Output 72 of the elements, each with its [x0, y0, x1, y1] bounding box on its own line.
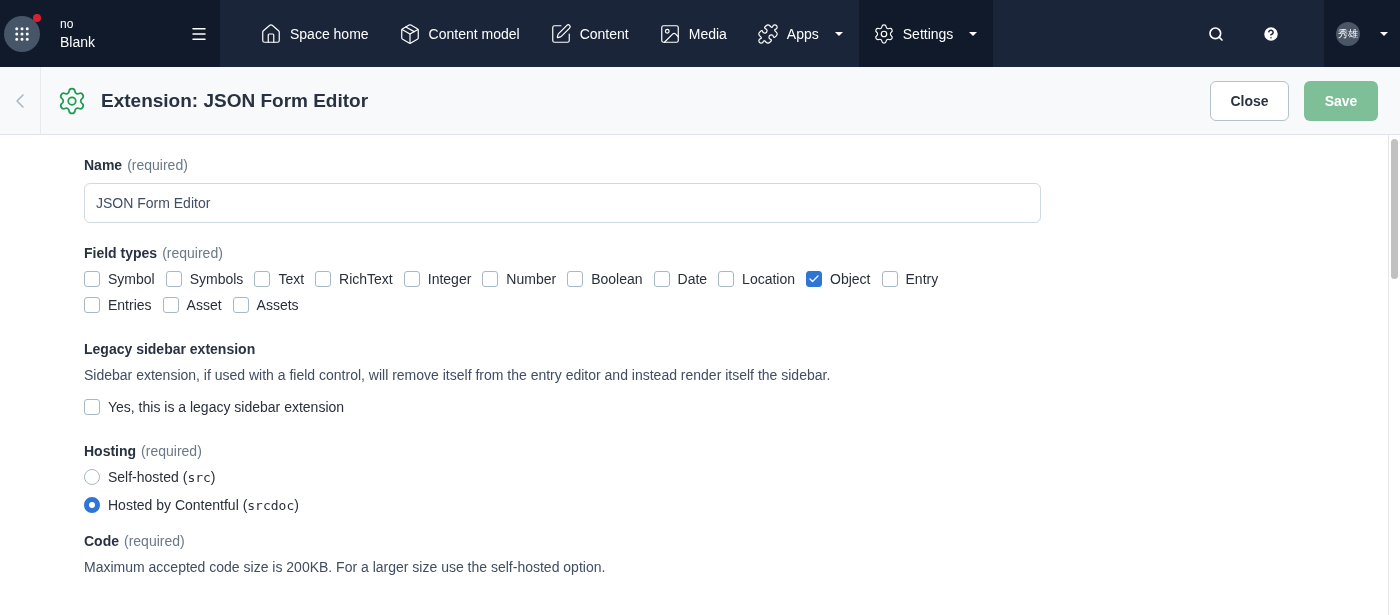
- checkbox-label: Integer: [427, 271, 472, 287]
- nav-tab[interactable]: Settings: [858, 0, 994, 67]
- required-hint: (required): [124, 533, 185, 549]
- checkbox[interactable]: [403, 271, 420, 287]
- apps-grid-button[interactable]: [4, 15, 40, 52]
- checkbox[interactable]: [84, 271, 100, 287]
- field-label: Name: [84, 157, 123, 173]
- field-label: Field types: [84, 245, 158, 261]
- image-icon: [658, 22, 681, 45]
- checkbox-label: Location: [742, 271, 796, 287]
- field-description: Maximum accepted code size is 200KB. For a larger size use the self-hosted option.: [84, 559, 607, 575]
- checkbox-label: RichText: [339, 271, 393, 287]
- caret-icon: [1380, 31, 1388, 36]
- checkbox-label: Entries: [108, 297, 152, 313]
- name-input[interactable]: JSON Form Editor: [84, 183, 1041, 223]
- field-label: Hosting: [84, 443, 137, 459]
- checkbox-label: Symbol: [108, 271, 155, 287]
- nav-tab[interactable]: Content: [535, 0, 645, 67]
- user-avatar: 秀雄: [1336, 21, 1360, 46]
- puzzle-icon: [756, 22, 779, 45]
- checkbox[interactable]: [567, 271, 584, 287]
- checkbox[interactable]: [254, 271, 271, 287]
- radio-label: Self-hosted (src): [108, 469, 216, 485]
- checkbox[interactable]: [718, 271, 735, 287]
- checkbox-label: Boolean: [591, 271, 643, 287]
- close-button[interactable]: Close: [1210, 80, 1289, 121]
- pen-icon: [549, 22, 572, 45]
- checkbox-label: Assets: [256, 297, 299, 313]
- checkbox-label: Date: [677, 271, 708, 287]
- check-icon: [808, 273, 821, 285]
- field-label: Code: [84, 533, 119, 549]
- checkbox[interactable]: [315, 271, 332, 287]
- checkbox[interactable]: [482, 271, 499, 287]
- page-title: Extension: JSON Form Editor: [101, 89, 370, 112]
- checkbox[interactable]: [232, 297, 249, 313]
- checkbox-label: Yes, this is a legacy sidebar extension: [108, 399, 345, 415]
- checkbox-label: Text: [278, 271, 305, 287]
- field-label: Legacy sidebar extension: [84, 341, 257, 357]
- package-icon: [398, 22, 421, 45]
- help-icon[interactable]: [1262, 24, 1280, 43]
- user-menu[interactable]: 秀雄: [1324, 0, 1400, 67]
- checkbox-label: Number: [506, 271, 557, 287]
- radio-button[interactable]: [84, 497, 100, 513]
- radio-button[interactable]: [84, 469, 100, 485]
- grid-icon: [13, 24, 31, 43]
- checkbox[interactable]: [84, 399, 100, 415]
- checkbox[interactable]: [653, 271, 670, 287]
- required-hint: (required): [127, 157, 188, 173]
- checkbox-label: Object: [830, 271, 871, 287]
- field-description: Sidebar extension, if used with a field control, will remove itself from the entry editor and instead render itself the sidebar.: [84, 367, 832, 383]
- checkbox[interactable]: [165, 271, 182, 287]
- checkbox[interactable]: [806, 271, 823, 287]
- space-name: Blank: [60, 34, 97, 50]
- checkbox[interactable]: [162, 297, 179, 313]
- radio-label: Hosted by Contentful (srcdoc): [108, 497, 299, 513]
- required-hint: (required): [141, 443, 202, 459]
- organization-name: no: [60, 17, 75, 31]
- nav-tab[interactable]: Apps: [742, 0, 859, 67]
- nav-tab[interactable]: Media: [644, 0, 743, 67]
- nav-tab[interactable]: Space home: [246, 0, 385, 67]
- scrollbar-thumb[interactable]: [1391, 139, 1398, 279]
- house-icon: [260, 22, 282, 45]
- gear-icon: [57, 85, 87, 116]
- gear-icon: [872, 22, 895, 45]
- search-icon[interactable]: [1208, 25, 1224, 42]
- checkbox-label: Symbols: [189, 271, 244, 287]
- checkbox-label: Asset: [186, 297, 222, 313]
- nav-tab[interactable]: Content model: [384, 0, 536, 67]
- checkbox[interactable]: [881, 271, 898, 287]
- required-hint: (required): [162, 245, 223, 261]
- checkbox-label: Entry: [905, 271, 939, 287]
- checkbox[interactable]: [84, 297, 100, 313]
